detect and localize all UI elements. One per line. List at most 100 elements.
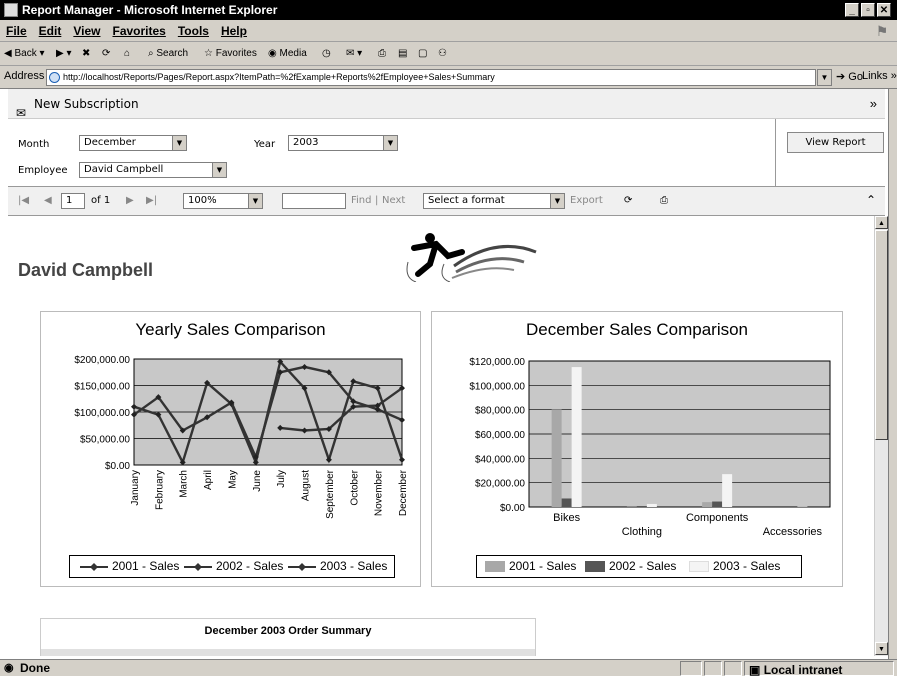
month-select[interactable]: December▼ bbox=[79, 135, 187, 151]
yearly-sales-chart: Yearly Sales Comparison $200,000.00$150,… bbox=[40, 311, 421, 587]
params-divider bbox=[775, 119, 776, 187]
history-icon[interactable]: ◷ bbox=[322, 42, 331, 66]
stop-icon[interactable]: ✖ bbox=[82, 42, 90, 66]
scroll-thumb[interactable] bbox=[875, 230, 888, 440]
prev-page-icon[interactable]: ◀ bbox=[44, 195, 52, 206]
address-dropdown-button[interactable]: ▼ bbox=[817, 69, 832, 86]
menu-file[interactable]: File bbox=[6, 20, 27, 42]
export-format-select[interactable]: Select a format▼ bbox=[423, 193, 565, 209]
legend-2001: 2001 - Sales bbox=[509, 556, 576, 577]
bar-clothing-2 bbox=[637, 506, 647, 507]
zoom-value: 100% bbox=[188, 195, 217, 206]
last-page-icon[interactable]: ▶| bbox=[146, 195, 157, 206]
x-tick-label: Components bbox=[686, 512, 749, 524]
status-segment bbox=[680, 661, 702, 676]
zone-segment: ▣ Local intranet bbox=[744, 661, 894, 676]
chevron-down-icon: ▼ bbox=[248, 194, 262, 208]
chevron-down-icon: ▼ bbox=[172, 136, 186, 150]
done-page-icon: ◉ bbox=[4, 660, 14, 676]
year-value: 2003 bbox=[293, 137, 318, 148]
search-icon: ⌕ bbox=[148, 48, 154, 59]
print-report-icon[interactable]: ⎙ bbox=[660, 195, 668, 206]
y-tick-label: $80,000.00 bbox=[475, 406, 525, 417]
page-number-input[interactable]: 1 bbox=[61, 193, 85, 209]
messenger-icon[interactable]: ⚇ bbox=[438, 42, 447, 66]
next-link[interactable]: Next bbox=[382, 195, 405, 206]
first-page-icon[interactable]: |◀ bbox=[18, 195, 29, 206]
close-button[interactable]: ✕ bbox=[877, 3, 891, 17]
find-input[interactable] bbox=[282, 193, 346, 209]
address-bar: Address http://localhost/Reports/Pages/R… bbox=[0, 66, 897, 89]
print-icon[interactable]: ⎙ bbox=[378, 42, 386, 66]
x-tick-label: April bbox=[203, 470, 214, 490]
x-tick-label: Clothing bbox=[622, 526, 662, 538]
status-segment bbox=[724, 661, 742, 676]
window-titlebar: Report Manager - Microsoft Internet Expl… bbox=[0, 0, 897, 20]
go-button[interactable]: ➔ Go bbox=[836, 70, 863, 83]
home-icon[interactable]: ⌂ bbox=[124, 42, 130, 66]
collapse-chevron-icon[interactable]: » bbox=[870, 89, 877, 119]
window-title: Report Manager - Microsoft Internet Expl… bbox=[22, 3, 277, 17]
back-button[interactable]: ◀ Back ▾ bbox=[4, 42, 45, 66]
menu-help[interactable]: Help bbox=[221, 20, 247, 42]
status-segment bbox=[704, 661, 722, 676]
minimize-button[interactable]: _ bbox=[845, 3, 859, 17]
menu-tools[interactable]: Tools bbox=[178, 20, 209, 42]
x-tick-label: May bbox=[227, 470, 238, 489]
star-icon: ☆ bbox=[204, 48, 213, 59]
forward-button[interactable]: ▶ ▾ bbox=[56, 42, 72, 66]
favorites-button[interactable]: ☆ Favorites bbox=[204, 42, 257, 66]
employee-select[interactable]: David Campbell▼ bbox=[79, 162, 227, 178]
cyclist-logo bbox=[396, 226, 546, 282]
bar-bikes-3 bbox=[572, 367, 582, 507]
find-link[interactable]: Find bbox=[351, 195, 372, 206]
collapse-toolbar-icon[interactable]: ⌃ bbox=[866, 193, 876, 207]
refresh-icon[interactable]: ⟳ bbox=[102, 42, 110, 66]
search-button[interactable]: ⌕ Search bbox=[148, 42, 188, 66]
x-tick-label: October bbox=[349, 469, 360, 505]
discuss-icon[interactable]: ▢ bbox=[418, 42, 427, 66]
media-button[interactable]: ◉ Media bbox=[268, 42, 307, 66]
zone-label: Local intranet bbox=[764, 663, 843, 677]
x-tick-label: February bbox=[154, 470, 165, 510]
refresh-report-icon[interactable]: ⟳ bbox=[624, 195, 632, 206]
new-subscription-link[interactable]: New Subscription bbox=[34, 89, 139, 119]
y-tick-label: $100,000.00 bbox=[74, 408, 130, 419]
bar-components-3 bbox=[722, 474, 732, 507]
report-scrollbar[interactable]: ▲ ▼ bbox=[874, 216, 888, 656]
employee-name-heading: David Campbell bbox=[18, 260, 153, 281]
links-button[interactable]: Links » bbox=[862, 70, 897, 82]
chevron-down-icon: ▼ bbox=[550, 194, 564, 208]
month-label: Month bbox=[18, 139, 49, 150]
year-select[interactable]: 2003▼ bbox=[288, 135, 398, 151]
mail-icon[interactable]: ✉ ▾ bbox=[346, 42, 362, 66]
scroll-down-icon[interactable]: ▼ bbox=[875, 642, 888, 655]
export-link[interactable]: Export bbox=[570, 195, 603, 206]
y-tick-label: $200,000.00 bbox=[74, 355, 130, 366]
find-separator: | bbox=[375, 195, 378, 206]
menu-edit[interactable]: Edit bbox=[39, 20, 62, 42]
y-tick-label: $60,000.00 bbox=[475, 430, 525, 441]
go-label: Go bbox=[848, 71, 863, 83]
menu-view[interactable]: View bbox=[73, 20, 100, 42]
view-report-button[interactable]: View Report bbox=[787, 132, 884, 153]
december-sales-chart: December Sales Comparison $120,000.00$10… bbox=[431, 311, 843, 587]
zoom-select[interactable]: 100% ▼ bbox=[183, 193, 263, 209]
bar-bikes-2 bbox=[562, 498, 572, 507]
window-scrollbar[interactable] bbox=[888, 89, 897, 659]
back-label: Back bbox=[14, 48, 36, 59]
address-input[interactable]: http://localhost/Reports/Pages/Report.as… bbox=[46, 69, 816, 86]
order-summary-title: December 2003 Order Summary bbox=[41, 625, 535, 637]
next-page-icon[interactable]: ▶ bbox=[126, 195, 134, 206]
maximize-button[interactable]: ▫ bbox=[861, 3, 875, 17]
media-label: Media bbox=[280, 48, 307, 59]
media-icon: ◉ bbox=[268, 48, 277, 59]
ie-app-icon bbox=[4, 3, 18, 17]
edit-icon[interactable]: ▤ bbox=[398, 42, 407, 66]
x-tick-label: August bbox=[301, 470, 312, 501]
scroll-up-icon[interactable]: ▲ bbox=[875, 216, 888, 229]
y-tick-label: $20,000.00 bbox=[475, 479, 525, 490]
year-label: Year bbox=[254, 139, 275, 150]
employee-value: David Campbell bbox=[84, 164, 163, 175]
menu-favorites[interactable]: Favorites bbox=[112, 20, 165, 42]
